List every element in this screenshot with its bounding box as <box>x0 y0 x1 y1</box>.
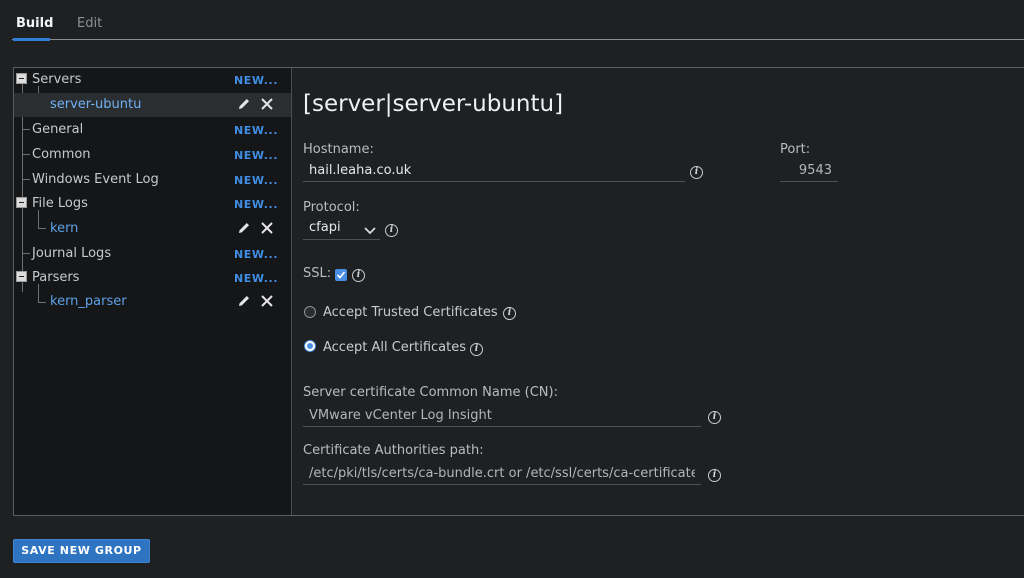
info-icon[interactable]: i <box>352 269 365 282</box>
new-parser-link[interactable]: NEW... <box>234 272 278 285</box>
tab-bar: Build Edit <box>0 0 1024 42</box>
accept-all-radio[interactable] <box>304 340 316 352</box>
common-name-label: Server certificate Common Name (CN): <box>303 385 558 400</box>
port-label: Port: <box>780 142 811 157</box>
tree-node-journal-logs[interactable]: Journal Logs NEW... <box>14 242 291 266</box>
port-input[interactable] <box>780 160 838 182</box>
close-icon[interactable] <box>259 220 275 236</box>
hostname-label: Hostname: <box>303 142 374 157</box>
tree-panel: Servers NEW... server-ubuntu General NEW… <box>14 68 292 515</box>
tree-node-file-logs[interactable]: File Logs NEW... <box>14 192 291 216</box>
hostname-input[interactable] <box>303 160 685 182</box>
tab-build[interactable]: Build <box>16 16 53 31</box>
tree-leaf-server-ubuntu[interactable]: server-ubuntu <box>14 93 291 117</box>
ssl-label: SSL: <box>303 266 332 281</box>
collapse-toggle-icon[interactable] <box>16 197 27 208</box>
tree-node-label: Windows Event Log <box>32 172 159 187</box>
tab-edit[interactable]: Edit <box>77 16 102 31</box>
tree-leaf-label: kern_parser <box>50 294 127 309</box>
active-tab-indicator <box>13 38 50 41</box>
new-file-log-link[interactable]: NEW... <box>234 198 278 211</box>
tree-leaf-label: server-ubuntu <box>50 97 142 112</box>
tree-node-label: Servers <box>32 72 82 87</box>
ca-path-label: Certificate Authorities path: <box>303 443 484 458</box>
tree-node-label: Journal Logs <box>32 246 112 261</box>
collapse-toggle-icon[interactable] <box>16 73 27 84</box>
tree-node-label: Parsers <box>32 270 80 285</box>
info-icon[interactable]: i <box>690 166 703 179</box>
tree-leaf-kern[interactable]: kern <box>14 217 291 241</box>
pencil-icon[interactable] <box>236 96 252 112</box>
tree-leaf-kern-parser[interactable]: kern_parser <box>14 290 291 314</box>
new-general-link[interactable]: NEW... <box>234 124 278 137</box>
accept-trusted-label: Accept Trusted Certificates <box>323 305 498 320</box>
main-frame: Servers NEW... server-ubuntu General NEW… <box>13 67 1024 516</box>
info-icon[interactable]: i <box>708 469 721 482</box>
collapse-toggle-icon[interactable] <box>16 271 27 282</box>
ca-path-input[interactable] <box>303 463 701 485</box>
info-icon[interactable]: i <box>503 307 516 320</box>
tab-divider <box>12 39 1024 40</box>
tree-node-general[interactable]: General NEW... <box>14 118 291 142</box>
protocol-label: Protocol: <box>303 200 360 215</box>
pencil-icon[interactable] <box>236 220 252 236</box>
info-icon[interactable]: i <box>385 224 398 237</box>
page-title: [server|server-ubuntu] <box>303 91 564 117</box>
chevron-down-icon <box>364 224 376 239</box>
tree-node-label: General <box>32 122 84 137</box>
pencil-icon[interactable] <box>236 293 252 309</box>
ssl-checkbox[interactable] <box>335 269 347 281</box>
common-name-input[interactable] <box>303 405 701 427</box>
new-server-link[interactable]: NEW... <box>234 74 278 87</box>
protocol-select[interactable]: cfapi <box>303 218 380 240</box>
close-icon[interactable] <box>259 96 275 112</box>
save-new-group-button[interactable]: SAVE NEW GROUP <box>13 539 150 563</box>
close-icon[interactable] <box>259 293 275 309</box>
tree-node-label: File Logs <box>32 196 88 211</box>
detail-panel: [server|server-ubuntu] Hostname: i Port:… <box>293 68 1024 515</box>
tree-leaf-label: kern <box>50 221 79 236</box>
info-icon[interactable]: i <box>470 343 483 356</box>
new-common-link[interactable]: NEW... <box>234 149 278 162</box>
info-icon[interactable]: i <box>708 411 721 424</box>
new-windows-event-log-link[interactable]: NEW... <box>234 174 278 187</box>
tree-node-servers[interactable]: Servers NEW... <box>14 68 291 92</box>
accept-all-label: Accept All Certificates <box>323 340 466 355</box>
tree-node-common[interactable]: Common NEW... <box>14 143 291 167</box>
tree-node-windows-event-log[interactable]: Windows Event Log NEW... <box>14 168 291 192</box>
protocol-selected-value: cfapi <box>309 220 341 235</box>
tree-node-parsers[interactable]: Parsers NEW... <box>14 266 291 290</box>
new-journal-log-link[interactable]: NEW... <box>234 248 278 261</box>
accept-trusted-radio[interactable] <box>304 306 316 318</box>
tree-node-label: Common <box>32 147 91 162</box>
